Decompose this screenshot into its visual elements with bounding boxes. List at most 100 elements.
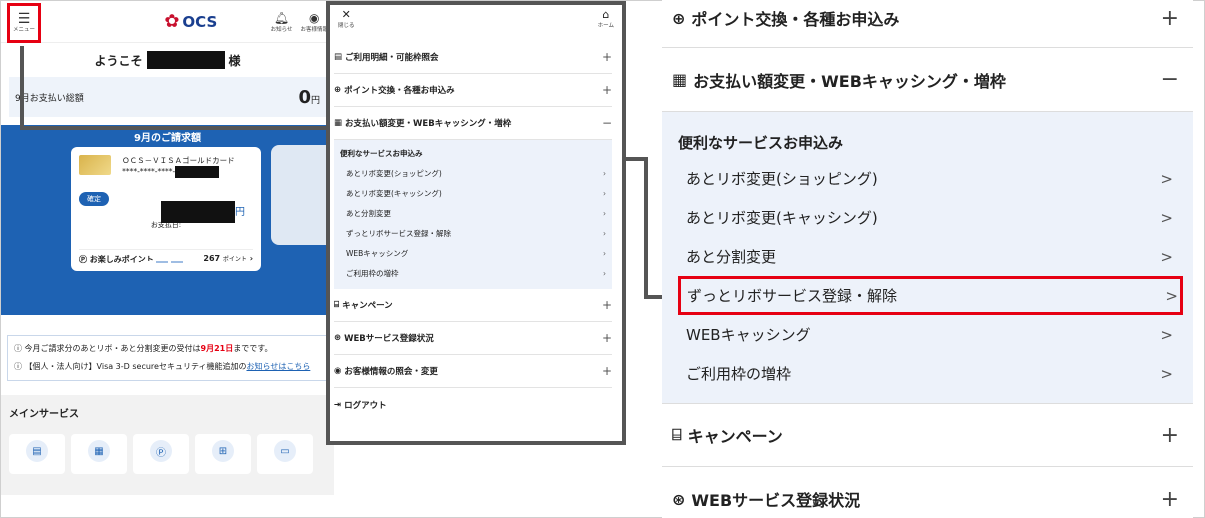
menu-item-label-wrap: ▤ ご利用明細・可能枠照会 [334,51,439,63]
notice-2: ⓘ 【個人・法人向け】Visa 3-D secureセキュリティ機能追加のお知ら… [14,360,321,374]
points-icon: Ⓟ [79,255,87,264]
chevron-right-icon: > [1160,364,1173,383]
submenu-item[interactable]: あとリボ変更(キャッシング) › [340,183,606,203]
globe-icon: ⊛ [334,333,342,343]
welcome-message: ようこそ 様 [1,43,334,77]
chevron-right-icon: › [603,168,606,178]
cash-icon: ▭ [274,440,296,462]
zoom-submenu-label: WEBキャッシング [686,326,811,344]
main-services: メインサービス ▤ ▦ Ⓟ ⊞ ▭ [1,395,334,495]
submenu-item[interactable]: ずっとリボサービス登録・解除 › [340,223,606,243]
welcome-suffix: 様 [228,53,241,68]
zoom-submenu: 便利なサービスお申込み あとリボ変更(ショッピング) > あとリボ変更(キャッシン… [662,112,1193,403]
zoom-item-payment-change[interactable]: ▦ お支払い額変更・WEBキャッシング・増枠 − [662,48,1193,112]
submenu-item[interactable]: WEBキャッシング › [340,243,606,263]
zoom-submenu-item-highlighted[interactable]: ずっとリボサービス登録・解除 > [678,276,1183,315]
card-image [79,155,111,175]
logout-icon: ⇥ [334,399,342,410]
menu-item-label-wrap: ⊛ WEBサービス登録状況 [334,332,434,344]
menu-button[interactable]: ☰ メニュー [7,2,41,43]
submenu-label: ずっとリボサービス登録・解除 [346,228,451,238]
menu-item-label-wrap: ⊕ ポイント交換・各種お申込み [334,84,455,96]
payment-amount: 0 [298,86,311,108]
zoom-item-points[interactable]: ⊕ ポイント交換・各種お申込み + [662,0,1193,48]
points-value: 267 [203,254,221,263]
chevron-right-icon: > [1160,247,1173,266]
zoom-item-label: ポイント交換・各種お申込み [691,10,900,29]
bill-amount: 円 [161,201,245,223]
menu-item-label-wrap: ▦ お支払い額変更・WEBキャッシング・増枠 [334,117,511,129]
menu-item-logout[interactable]: ⇥ ログアウト [334,388,612,421]
info-icon: ⓘ [14,362,22,371]
statement-icon: ▤ [334,52,343,62]
menu-item-label: キャンペーン [342,301,393,311]
carousel-dots[interactable] [141,261,183,263]
home-icon: ⌂ [602,8,610,21]
calendar-icon: ▦ [88,440,110,462]
connector-line [644,295,664,299]
billing-card[interactable]: ＯＣＳ－ＶＩＳＡゴールドカード ****-****-****- 確定 円 お支払… [71,147,261,271]
zoom-submenu-item[interactable]: WEBキャッシング > [678,315,1177,354]
ocs-logo[interactable]: ✿ OCS [164,11,217,32]
points-exchange-icon: ⊕ [672,8,686,28]
menu-item-payment-change[interactable]: ▦ お支払い額変更・WEBキャッシング・増枠 − [334,107,612,140]
hamburger-icon: ☰ [17,10,31,27]
menu-item-campaign[interactable]: ⌸ キャンペーン + [334,289,612,322]
chevron-right-icon: > [1160,325,1173,344]
zoom-submenu-item[interactable]: あと分割変更 > [678,237,1177,276]
account-label: お客様情報 [300,26,328,33]
user-edit-icon: ◉ [334,366,342,376]
menu-item-points[interactable]: ⊕ ポイント交換・各種お申込み + [334,74,612,107]
account-button[interactable]: ◉ お客様情報 [300,11,328,33]
zoom-item-campaign[interactable]: ⌸ キャンペーン + [662,403,1193,467]
payment-total[interactable]: 9月お支払い総額 0円 [9,77,326,117]
notice-button[interactable]: 🔔︎ お知らせ [271,11,293,33]
points-icon: Ⓟ [150,440,172,462]
close-button[interactable]: ✕ 閉じる [338,8,355,29]
minus-icon: − [601,116,612,130]
card-name: ＯＣＳ－ＶＩＳＡゴールドカード [122,156,235,165]
notice-1: ⓘ 今月ご請求分のあとリボ・あと分割変更の受付は9月21日までです。 [14,342,321,356]
home-button[interactable]: ⌂ ホーム [598,8,614,29]
redacted-name [146,51,225,69]
carousel-dot[interactable] [156,261,168,263]
service-tile[interactable]: ▭ [257,434,313,474]
cart-icon: ⊞ [212,440,234,462]
zoom-submenu-item[interactable]: あとリボ変更(ショッピング) > [678,159,1177,198]
zoom-submenu-label: ずっとリボサービス登録・解除 [687,287,898,305]
register-icon: ▦ [334,118,343,128]
zoom-submenu-item[interactable]: ご利用枠の増枠 > [678,354,1177,393]
service-tile[interactable]: Ⓟ [133,434,189,474]
zoom-item-label: お支払い額変更・WEBキャッシング・増枠 [693,71,1006,91]
menu-item-label: お支払い額変更・WEBキャッシング・増枠 [345,119,512,129]
carousel-dot[interactable] [141,261,153,263]
info-icon: ⓘ [14,344,22,353]
submenu-item[interactable]: あと分割変更 › [340,203,606,223]
carousel-dot[interactable] [171,261,183,263]
submenu-item[interactable]: ご利用枠の増枠 › [340,263,606,283]
next-card[interactable] [271,145,334,245]
zoom-submenu-label: あと分割変更 [686,248,777,266]
service-tile[interactable]: ▤ [9,434,65,474]
submenu-label: あとリボ変更(キャッシング) [346,188,442,198]
menu-item-statement[interactable]: ▤ ご利用明細・可能枠照会 + [334,41,612,74]
notice-2-link[interactable]: お知らせはこちら [246,362,310,371]
submenu-label: あと分割変更 [346,208,391,218]
connector-line [20,46,24,130]
menu-item-customer-info[interactable]: ◉ お客様情報の照会・変更 + [334,355,612,388]
service-tile[interactable]: ⊞ [195,434,251,474]
plus-icon: + [601,331,612,345]
submenu-item[interactable]: あとリボ変更(ショッピング) › [340,163,606,183]
zoom-submenu-label: あとリボ変更(キャッシング) [686,209,878,227]
menu-item-web-service[interactable]: ⊛ WEBサービス登録状況 + [334,322,612,355]
menu-item-label: ログアウト [344,400,387,411]
main-services-title: メインサービス [9,409,79,420]
chevron-right-icon: › [249,254,253,263]
redacted-amount [161,201,235,223]
redacted-card-number [175,166,220,178]
zoom-submenu-item[interactable]: あとリボ変更(キャッシング) > [678,198,1177,237]
zoom-item-web-service[interactable]: ⊛ WEBサービス登録状況 + [662,467,1193,518]
service-tile[interactable]: ▦ [71,434,127,474]
card-info: ＯＣＳ－ＶＩＳＡゴールドカード ****-****-****- [122,155,235,178]
card-number: ****-****-****- [122,167,176,176]
